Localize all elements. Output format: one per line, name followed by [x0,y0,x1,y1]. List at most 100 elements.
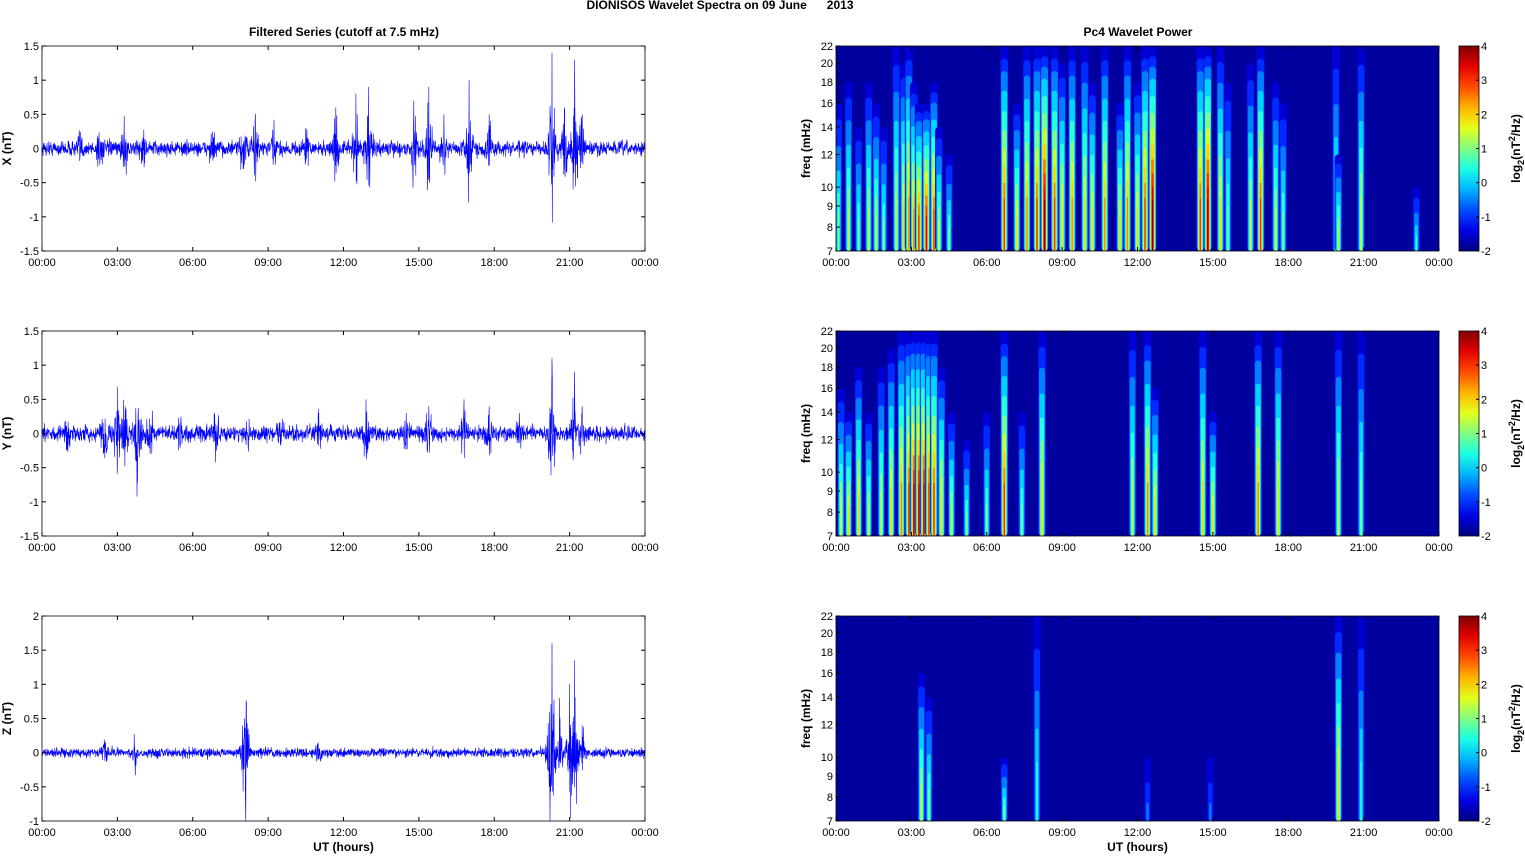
y-tick-label: 18 [821,362,833,374]
power-streak [1337,766,1340,821]
y-tick-label: 1.5 [24,645,39,657]
y-tick-label: 14 [821,407,833,419]
power-streak [1003,483,1005,536]
y-tick-label: 0 [33,429,39,441]
power-streak [933,209,935,251]
colorbar-tick-label: 4 [1481,41,1487,53]
power-streak [1026,197,1028,251]
power-streak [847,505,850,536]
colorbar-tick-label: 1 [1481,144,1487,156]
x-tick-label: 12:00 [330,827,358,839]
colorbar-tick-label: 4 [1481,611,1487,623]
power-streak [1146,482,1149,536]
colorbar-tick-label: 3 [1481,75,1487,87]
figure: DIONISOS Wavelet Spectra on 09 June 2013… [0,0,1525,854]
y-tick-label: -0.5 [20,463,39,475]
x-tick-label: 06:00 [179,827,207,839]
x-tick-label: 21:00 [1350,827,1378,839]
x-tick-label: 21:00 [556,542,584,554]
y-tick-label: 10 [821,752,833,764]
power-streak [918,215,920,251]
x-tick-label: 06:00 [973,542,1001,554]
power-streak [837,212,840,251]
plot-area [42,616,645,821]
x-tick-label: 00:00 [28,257,56,269]
power-streak [1036,761,1038,821]
power-streak [903,201,905,251]
y-axis-label: freq (mHz) [799,689,813,748]
timeseries-panel-y: -1.5-1-0.500.511.5Y (nT)00:00 03:00 06:00 0… [0,326,659,554]
y-tick-label: 18 [821,647,833,659]
figure-title: DIONISOS Wavelet Spectra on 09 June 2013 [587,0,854,12]
power-streak [923,483,925,536]
x-tick-label: 18:00 [480,257,508,269]
y-tick-label: 1.5 [24,326,39,338]
spectrogram-panel-2: 78910121416182022freq (mHz)00:00 03:00 06:… [799,611,1525,854]
power-streak [1282,212,1284,251]
x-tick-label: 09:00 [254,542,282,554]
power-streak [918,483,920,536]
power-streak [928,483,930,536]
y-axis-label: freq (mHz) [799,119,813,178]
power-streak [908,197,910,251]
power-streak [875,213,877,251]
y-tick-label: 2 [33,611,39,623]
x-tick-label: 18:00 [480,827,508,839]
x-tick-label: 15:00 [1199,827,1227,839]
y-tick-label: 14 [821,692,833,704]
x-tick-label: 15:00 [405,827,433,839]
power-streak [1227,205,1229,251]
y-tick-label: 8 [827,507,833,519]
spectrogram-panel-0: 78910121416182022freq (mHz)00:00 03:00 06:… [799,41,1525,269]
power-streak [895,195,897,251]
colorbar-tick-label: 0 [1481,178,1487,190]
x-tick-label: 12:00 [330,257,358,269]
colorbar-tick-label: -2 [1481,531,1491,543]
x-tick-label: 21:00 [556,827,584,839]
y-axis-label: Y (nT) [0,417,14,451]
x-tick-label: 15:00 [405,257,433,269]
power-streak [880,491,882,536]
y-tick-label: 22 [821,41,833,53]
colorbar-tick-label: -1 [1481,782,1491,794]
x-tick-label: 18:00 [1274,542,1302,554]
power-streak [1036,198,1038,251]
x-tick-label: 00:00 [631,257,659,269]
x-tick-label: 18:00 [1274,827,1302,839]
colorbar-label: log2(nT2/Hz) [1507,399,1525,468]
power-streak [948,227,950,251]
power-streak [1260,198,1262,251]
x-tick-label: 21:00 [556,257,584,269]
x-tick-label: 00:00 [28,542,56,554]
power-streak [1151,199,1154,251]
power-streak [1277,481,1279,536]
x-tick-label: 03:00 [898,542,926,554]
colorbar-tick-label: 2 [1481,394,1487,406]
y-tick-label: 14 [821,122,833,134]
x-tick-label: 00:00 [631,827,659,839]
x-tick-label: 00:00 [1425,257,1453,269]
right-chart-title: Pc4 Wavelet Power [1084,25,1193,39]
y-tick-label: 9 [827,486,833,498]
colorbar-label: log2(nT2/Hz) [1507,684,1525,753]
x-tick-label: 00:00 [28,827,56,839]
power-streak [840,498,842,536]
x-axis-label: UT (hours) [1107,840,1168,854]
y-tick-label: 0.5 [24,394,39,406]
x-tick-label: 00:00 [822,257,850,269]
x-tick-label: 09:00 [1048,257,1076,269]
y-tick-label: 1 [33,360,39,372]
y-tick-label: 16 [821,98,833,110]
y-tick-label: 8 [827,222,833,234]
y-tick-label: 12 [821,435,833,447]
power-streak [1016,214,1018,251]
x-tick-label: 06:00 [179,542,207,554]
colorbar-tick-label: 1 [1481,429,1487,441]
power-streak [1003,805,1005,821]
x-tick-label: 12:00 [1124,542,1152,554]
power-streak [1415,235,1418,251]
colorbar-tick-label: 1 [1481,714,1487,726]
x-tick-label: 03:00 [104,257,132,269]
y-tick-label: 18 [821,77,833,89]
colorbar-tick-label: -1 [1481,497,1491,509]
